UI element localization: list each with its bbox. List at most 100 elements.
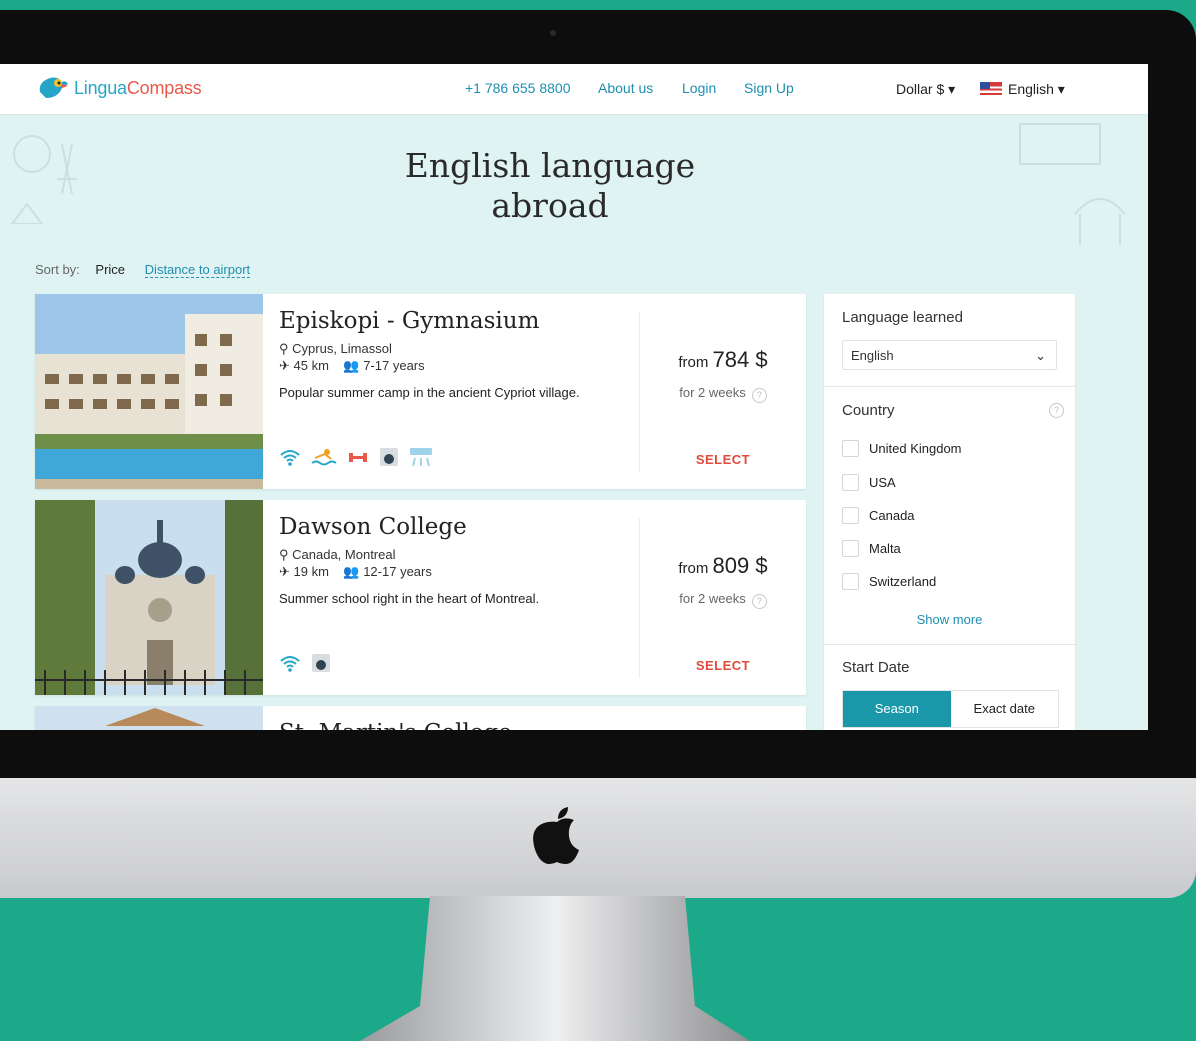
page-title: English language abroad <box>350 146 750 226</box>
period-text: for 2 weeks <box>679 591 746 606</box>
listing-card[interactable]: Dawson College ⚲ Canada, Montreal ✈ 19 k… <box>35 500 806 695</box>
country-name: United Kingdom <box>869 441 962 456</box>
pool-icon <box>311 449 337 466</box>
select-button[interactable]: SELECT <box>640 452 806 467</box>
price-value: 784 $ <box>712 347 768 372</box>
help-icon[interactable]: ? <box>751 388 767 403</box>
college-photo <box>35 500 263 695</box>
monitor-chin <box>0 778 1196 898</box>
college-photo <box>35 706 263 730</box>
date-mode-toggle: Season Exact date <box>842 690 1059 728</box>
apple-logo-icon <box>533 807 579 864</box>
location-text: Canada, Montreal <box>292 547 396 562</box>
parrot-logo-icon <box>39 77 68 98</box>
airplane-icon: ✈ <box>279 564 290 579</box>
airplane-icon: ✈ <box>279 358 290 373</box>
listing-photo-episkopi[interactable] <box>35 294 263 489</box>
browser-screen: LinguaCompass +1 786 655 8800 About us L… <box>0 64 1148 730</box>
people-icon: 👥 <box>343 564 360 579</box>
country-name: Switzerland <box>869 574 937 589</box>
page-title-line1: English language <box>404 146 696 185</box>
language-learned-label: Language learned <box>842 309 963 326</box>
country-option-switzerland[interactable]: Switzerland <box>842 573 936 590</box>
exact-date-tab[interactable]: Exact date <box>951 691 1059 727</box>
price-period: for 2 weeks? <box>640 591 806 609</box>
language-dropdown[interactable]: English ▾ <box>980 81 1065 98</box>
sort-by-price[interactable]: Price <box>95 262 125 277</box>
age-range: 7-17 years <box>363 358 425 373</box>
checkbox[interactable] <box>842 474 859 491</box>
laundry-icon <box>312 654 330 672</box>
sort-label: Sort by: <box>35 262 80 277</box>
login-link[interactable]: Login <box>682 80 716 96</box>
airport-distance: 19 km <box>293 564 329 579</box>
country-option-usa[interactable]: USA <box>842 474 896 491</box>
price-prefix: from <box>678 560 709 577</box>
listing-photo-dawson[interactable] <box>35 500 263 695</box>
phone-link[interactable]: +1 786 655 8800 <box>465 80 571 96</box>
listing-photo-st-martins[interactable] <box>35 706 263 730</box>
us-flag-icon <box>980 82 1002 95</box>
sort-by-distance[interactable]: Distance to airport <box>144 262 251 278</box>
language-select-value: English <box>851 348 894 363</box>
hotel-photo <box>35 294 263 489</box>
listing-meta: ✈ 19 km 👥 12-17 years <box>279 564 432 580</box>
gym-icon <box>349 453 367 462</box>
camera <box>550 30 556 36</box>
amenities-row <box>279 653 331 673</box>
doodle-globe-icon <box>10 135 77 224</box>
select-button[interactable]: SELECT <box>640 658 806 673</box>
filter-divider <box>824 386 1075 387</box>
country-label: Country <box>842 402 895 419</box>
laundry-icon <box>380 448 398 466</box>
amenities-row <box>279 447 433 467</box>
listing-title[interactable]: St. Martin's College <box>279 720 512 730</box>
country-name: Malta <box>869 541 901 556</box>
listing-location: ⚲ Canada, Montreal <box>279 547 396 562</box>
checkbox[interactable] <box>842 440 859 457</box>
location-text: Cyprus, Limassol <box>292 341 392 356</box>
listing-title[interactable]: Dawson College <box>279 514 467 540</box>
listing-price: from 784 $ <box>640 347 806 373</box>
about-us-link[interactable]: About us <box>598 80 653 96</box>
checkbox[interactable] <box>842 540 859 557</box>
country-option-canada[interactable]: Canada <box>842 507 915 524</box>
start-date-label: Start Date <box>842 659 910 676</box>
language-dropdown-label: English ▾ <box>1008 81 1065 97</box>
listing-price: from 809 $ <box>640 553 806 579</box>
checkbox[interactable] <box>842 573 859 590</box>
listing-card[interactable]: St. Martin's College <box>35 706 806 730</box>
season-tab[interactable]: Season <box>843 691 951 727</box>
country-option-uk[interactable]: United Kingdom <box>842 440 962 457</box>
language-select[interactable]: English ⌄ <box>842 340 1057 370</box>
country-name: USA <box>869 475 896 490</box>
top-navigation-bar: LinguaCompass +1 786 655 8800 About us L… <box>0 64 1148 115</box>
wifi-icon <box>280 656 300 672</box>
logo-text-compass: Compass <box>126 77 202 98</box>
filters-panel: Language learned English ⌄ Country ? Unit… <box>824 294 1075 730</box>
listing-title[interactable]: Episkopi - Gymnasium <box>279 308 539 334</box>
wifi-icon <box>280 450 300 466</box>
page-title-line2: abroad <box>491 186 609 225</box>
price-prefix: from <box>678 354 709 371</box>
country-option-malta[interactable]: Malta <box>842 540 901 557</box>
checkbox[interactable] <box>842 507 859 524</box>
monitor-stand <box>360 896 750 1041</box>
show-more-link[interactable]: Show more <box>824 612 1075 627</box>
chevron-down-icon: ⌄ <box>1035 348 1046 363</box>
sign-up-link[interactable]: Sign Up <box>744 80 794 96</box>
listing-location: ⚲ Cyprus, Limassol <box>279 341 392 356</box>
listing-card[interactable]: Episkopi - Gymnasium ⚲ Cyprus, Limassol … <box>35 294 806 489</box>
listing-description: Popular summer camp in the ancient Cypri… <box>279 385 580 400</box>
doodle-landmark-icon <box>1019 123 1126 244</box>
lingua-compass-logo[interactable]: LinguaCompass <box>36 74 202 102</box>
currency-dropdown[interactable]: Dollar $ ▾ <box>896 81 955 98</box>
logo-text-lingua: Lingua <box>74 77 127 98</box>
help-icon[interactable]: ? <box>1049 403 1064 418</box>
age-range: 12-17 years <box>363 564 432 579</box>
price-value: 809 $ <box>712 553 768 578</box>
sort-bar: Sort by: Price Distance to airport <box>35 262 251 278</box>
logo-text: LinguaCompass <box>74 78 202 99</box>
listing-description: Summer school right in the heart of Mont… <box>279 591 540 606</box>
help-icon[interactable]: ? <box>751 594 767 609</box>
